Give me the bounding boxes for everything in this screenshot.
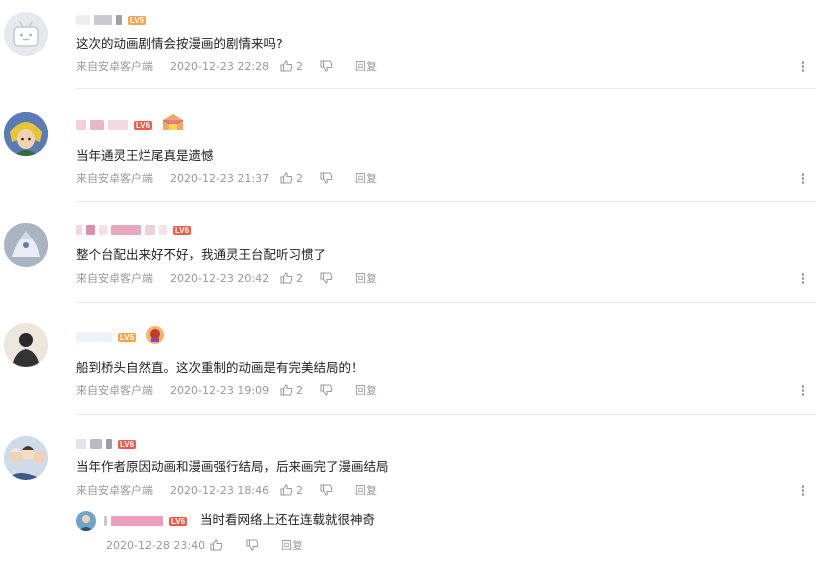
- more-options-icon[interactable]: [800, 384, 806, 398]
- comment-meta: 来自安卓客户端 2020-12-23 22:28 2 回复: [76, 58, 377, 74]
- username[interactable]: LV6: [76, 223, 192, 237]
- reply-avatar[interactable]: [76, 511, 96, 531]
- divider: [76, 88, 816, 89]
- like-count: 2: [296, 271, 303, 285]
- reply-meta: 2020-12-28 23:40 回复: [106, 537, 303, 553]
- avatar[interactable]: [4, 223, 48, 267]
- level-badge: LV6: [173, 225, 192, 235]
- like-button[interactable]: 2: [280, 384, 320, 397]
- like-button[interactable]: 2: [280, 172, 320, 185]
- comment-time: 2020-12-23 21:37: [170, 171, 270, 185]
- dislike-button[interactable]: [246, 539, 281, 551]
- avatar[interactable]: [4, 323, 48, 367]
- comment-text: 整个台配出来好不好，我通灵王台配听习惯了: [76, 247, 327, 262]
- comment-time: 2020-12-23 19:09: [170, 383, 270, 397]
- reply-button[interactable]: 回复: [281, 537, 303, 553]
- level-badge: LV6: [118, 439, 137, 449]
- thumbs-down-icon: [320, 384, 333, 396]
- username[interactable]: LV5: [76, 13, 147, 27]
- thumbs-down-icon: [320, 484, 333, 496]
- username[interactable]: LV6: [76, 114, 186, 132]
- like-count: 2: [296, 171, 303, 185]
- dislike-button[interactable]: [320, 172, 355, 184]
- comment-time: 2020-12-23 22:28: [170, 59, 270, 73]
- more-options-icon[interactable]: [800, 484, 806, 498]
- like-count: 2: [296, 383, 303, 397]
- avatar[interactable]: [4, 436, 48, 480]
- dislike-button[interactable]: [320, 484, 355, 496]
- comment-source: 来自安卓客户端: [76, 384, 153, 397]
- comment-source: 来自安卓客户端: [76, 484, 153, 497]
- like-button[interactable]: [210, 539, 246, 551]
- pendant-icon: [144, 324, 166, 350]
- level-badge: LV5: [128, 15, 147, 25]
- divider: [76, 201, 816, 202]
- thumbs-up-icon: [280, 172, 293, 184]
- avatar[interactable]: [4, 12, 48, 56]
- thumbs-up-icon: [280, 484, 293, 496]
- thumbs-down-icon: [320, 172, 333, 184]
- like-button[interactable]: 2: [280, 60, 320, 73]
- comment-time: 2020-12-23 20:42: [170, 271, 270, 285]
- thumbs-up-icon: [280, 272, 293, 284]
- dragon-avatar-icon: [4, 223, 48, 267]
- reply-time: 2020-12-28 23:40: [106, 538, 206, 552]
- more-options-icon[interactable]: [800, 172, 806, 186]
- thumbs-up-icon: [280, 60, 293, 72]
- dislike-button[interactable]: [320, 384, 355, 396]
- pendant-icon: [160, 112, 186, 138]
- reply-button[interactable]: 回复: [355, 482, 377, 498]
- comment-text: 当年通灵王烂尾真是遗憾: [76, 148, 214, 163]
- person-avatar-icon: [4, 323, 48, 367]
- level-badge: LV6: [169, 516, 188, 526]
- thumbs-down-icon: [320, 272, 333, 284]
- comment-text: 当年作者原因动画和漫画强行结局，后来画完了漫画结局: [76, 459, 389, 474]
- reply-username[interactable]: LV6: [104, 514, 188, 528]
- tv-mascot-icon: [13, 21, 39, 47]
- like-count: 2: [296, 483, 303, 497]
- reply-button[interactable]: 回复: [355, 58, 377, 74]
- level-badge: LV5: [118, 332, 137, 342]
- comment-meta: 来自安卓客户端 2020-12-23 18:46 2 回复: [76, 482, 377, 498]
- comment-source: 来自安卓客户端: [76, 172, 153, 185]
- divider: [76, 302, 816, 303]
- like-button[interactable]: 2: [280, 272, 320, 285]
- thumbs-down-icon: [246, 539, 259, 551]
- like-button[interactable]: 2: [280, 484, 320, 497]
- dislike-button[interactable]: [320, 60, 355, 72]
- username[interactable]: LV5: [76, 326, 166, 344]
- comment-text: 船到桥头自然直。这次重制的动画是有完美结局的！: [76, 360, 364, 375]
- comment-source: 来自安卓客户端: [76, 272, 153, 285]
- comment-time: 2020-12-23 18:46: [170, 483, 270, 497]
- reply-button[interactable]: 回复: [355, 382, 377, 398]
- avatar[interactable]: [4, 112, 48, 156]
- comment-meta: 来自安卓客户端 2020-12-23 21:37 2 回复: [76, 170, 377, 186]
- reply-button[interactable]: 回复: [355, 170, 377, 186]
- comment-text: 这次的动画剧情会按漫画的剧情来吗?: [76, 36, 283, 51]
- thumbs-up-icon: [210, 539, 223, 551]
- thumbs-up-icon: [280, 384, 293, 396]
- more-options-icon[interactable]: [800, 60, 806, 74]
- reply-avatar-icon: [76, 511, 96, 531]
- reply-button[interactable]: 回复: [355, 270, 377, 286]
- divider: [76, 414, 816, 415]
- dislike-button[interactable]: [320, 272, 355, 284]
- comment-meta: 来自安卓客户端 2020-12-23 19:09 2 回复: [76, 382, 377, 398]
- comment-source: 来自安卓客户端: [76, 60, 153, 73]
- like-count: 2: [296, 59, 303, 73]
- reply-text: 当时看网络上还在连载就很神奇: [200, 512, 376, 527]
- level-badge: LV6: [134, 120, 153, 130]
- thumbs-down-icon: [320, 60, 333, 72]
- anime-avatar-icon: [4, 112, 48, 156]
- username[interactable]: LV6: [76, 437, 137, 451]
- more-options-icon[interactable]: [800, 272, 806, 286]
- comment-meta: 来自安卓客户端 2020-12-23 20:42 2 回复: [76, 270, 377, 286]
- group-avatar-icon: [4, 436, 48, 480]
